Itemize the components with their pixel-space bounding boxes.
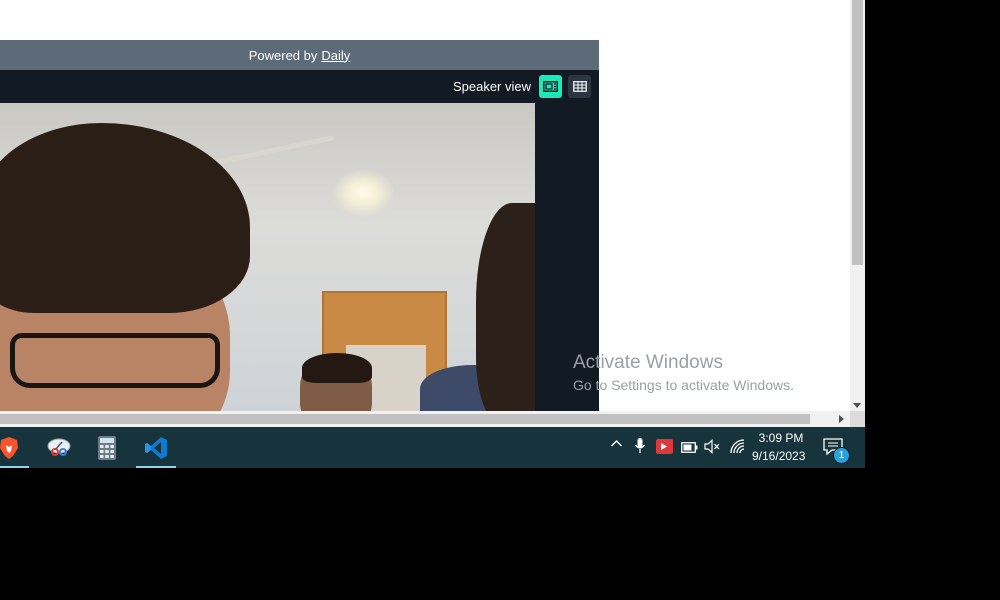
vscode-icon — [145, 436, 167, 459]
volume-muted-icon — [704, 439, 720, 454]
wifi-icon — [730, 439, 745, 454]
scrollbar-corner — [850, 411, 865, 427]
grid-view-icon — [572, 81, 587, 92]
background-ceiling-fan — [210, 135, 335, 166]
call-top-bar: Speaker view — [0, 70, 599, 104]
volume-tray-button[interactable] — [704, 439, 720, 457]
speaker-view-icon — [543, 81, 558, 92]
speaker-view-button[interactable] — [539, 75, 562, 98]
vertical-scrollbar[interactable] — [850, 0, 865, 411]
speaker-video-tile — [0, 103, 535, 411]
network-tray-button[interactable] — [729, 439, 746, 457]
view-mode-label: Speaker view — [452, 79, 531, 94]
clock-date[interactable]: 9/16/2023 — [752, 449, 805, 463]
powered-by-text: Powered by — [248, 47, 318, 63]
browser-page: Powered by Daily Speaker view Activate W… — [0, 0, 850, 411]
snipping-tool-icon — [47, 438, 71, 456]
daily-call-frame: Powered by Daily Speaker view — [0, 40, 599, 411]
screen-share-icon — [656, 439, 673, 454]
battery-tray-button[interactable] — [681, 441, 698, 456]
microphone-icon — [635, 438, 645, 453]
windows-taskbar: 3:09 PM 9/16/2023 1 — [0, 427, 865, 468]
taskbar-app-snipping-tool[interactable] — [39, 427, 79, 468]
calculator-icon — [98, 435, 116, 460]
microphone-tray-button[interactable] — [634, 437, 646, 458]
right-person — [476, 203, 535, 411]
chevron-up-icon — [611, 440, 622, 447]
grid-view-button[interactable] — [568, 75, 591, 98]
daily-link[interactable]: Daily — [321, 48, 350, 63]
horizontal-scrollbar[interactable] — [0, 411, 850, 427]
taskbar-app-brave[interactable] — [0, 427, 29, 468]
activate-windows-subtitle: Go to Settings to activate Windows. — [573, 377, 794, 393]
scroll-down-arrow-icon[interactable] — [853, 403, 861, 408]
horizontal-scroll-thumb[interactable] — [0, 414, 810, 424]
notification-count-badge: 1 — [833, 447, 850, 464]
screen-share-tray-button[interactable] — [656, 439, 673, 457]
show-hidden-icons-button[interactable] — [610, 437, 623, 453]
vertical-scroll-thumb[interactable] — [852, 0, 863, 265]
taskbar-app-vscode[interactable] — [136, 427, 176, 468]
clock-time[interactable]: 3:09 PM — [758, 431, 804, 445]
taskbar-app-calculator[interactable] — [87, 427, 127, 468]
main-speaker-glasses — [10, 333, 220, 388]
battery-icon — [681, 442, 698, 453]
main-speaker-hair — [0, 123, 250, 313]
brave-browser-icon — [0, 436, 18, 459]
scroll-right-arrow-icon[interactable] — [839, 415, 844, 423]
powered-by-bar: Powered by Daily — [0, 40, 599, 70]
activate-windows-title: Activate Windows — [573, 352, 723, 373]
